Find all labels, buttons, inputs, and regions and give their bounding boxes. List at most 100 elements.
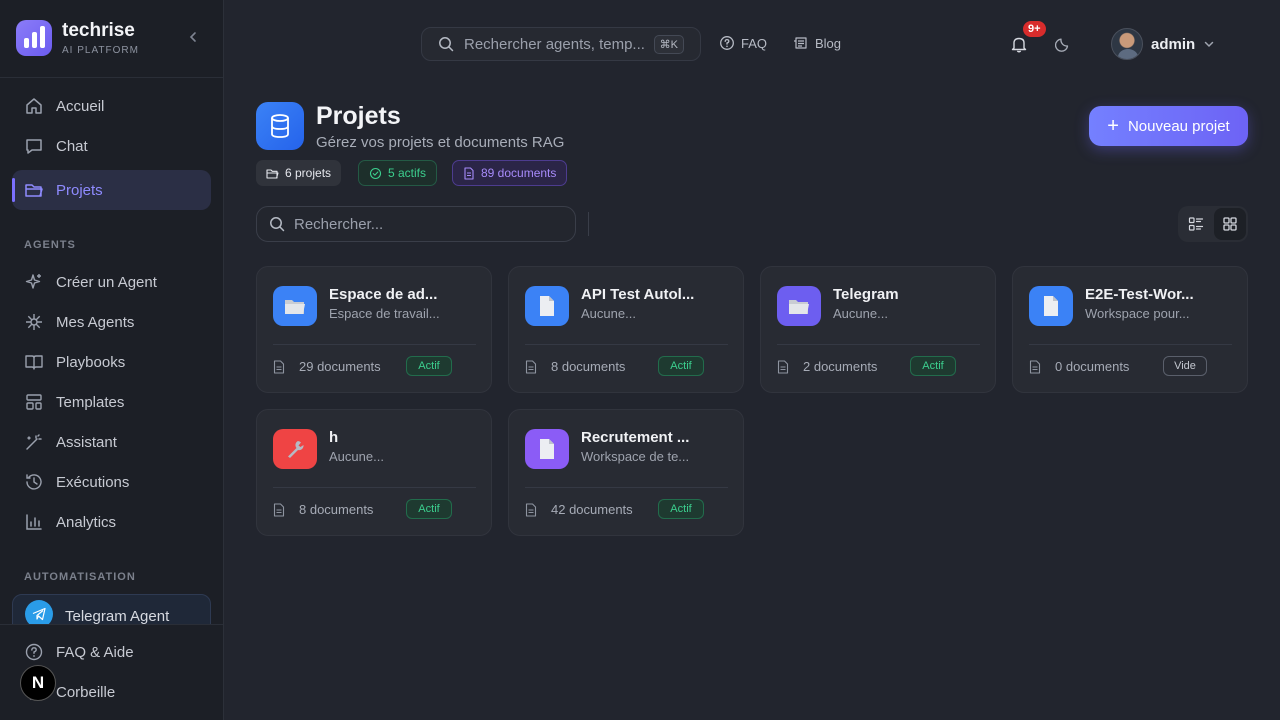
project-search-input[interactable]: Rechercher... xyxy=(256,206,576,242)
sidebar-item-executions[interactable]: Exécutions xyxy=(12,462,211,502)
project-card[interactable]: h Aucune... 8 documents Actif xyxy=(256,409,492,536)
document-icon xyxy=(777,359,796,374)
user-name: admin xyxy=(1151,35,1196,53)
brand-name: techrise xyxy=(62,20,135,41)
page-emoji-icon xyxy=(525,286,569,326)
avatar xyxy=(1111,28,1143,60)
sidebar-item-label: FAQ & Aide xyxy=(56,643,134,661)
grid-view-icon xyxy=(1223,217,1237,231)
sidebar-item-label: Exécutions xyxy=(56,473,130,491)
grid-view-button[interactable] xyxy=(1214,208,1246,240)
brand[interactable]: techrise AI PLATFORM xyxy=(16,20,139,56)
project-title: Telegram xyxy=(833,286,899,303)
project-card[interactable]: Espace de ad... Espace de travail... 29 do… xyxy=(256,266,492,393)
sparkles-icon xyxy=(25,274,41,289)
project-card[interactable]: Recrutement ... Workspace de te... 42 docu… xyxy=(508,409,744,536)
documents-count-badge: 89 documents xyxy=(452,160,568,186)
sidebar-item-label: Créer un Agent xyxy=(56,273,157,291)
status-badge: Actif xyxy=(406,499,452,519)
document-icon xyxy=(464,166,474,180)
sidebar-item-playbooks[interactable]: Playbooks xyxy=(12,342,211,382)
sidebar: techrise AI PLATFORM Accueil Chat Projet… xyxy=(0,0,224,720)
document-count-label: 8 documents xyxy=(551,359,626,374)
blog-link[interactable]: Blog xyxy=(793,35,841,51)
bar-chart-icon xyxy=(26,514,42,530)
sidebar-item-chat[interactable]: Chat xyxy=(12,126,211,166)
notification-count-badge: 9+ xyxy=(1021,19,1048,39)
section-label-automatisation: AUTOMATISATION xyxy=(24,571,136,583)
toolbar-divider xyxy=(588,212,589,236)
project-document-count: 2 documents xyxy=(777,359,877,374)
global-search-input[interactable]: Rechercher agents, temp... ⌘K xyxy=(421,27,701,61)
active-count-badge: 5 actifs xyxy=(358,160,438,186)
project-title: API Test Autol... xyxy=(581,286,695,303)
blog-link-label: Blog xyxy=(815,35,842,51)
sidebar-divider xyxy=(0,77,223,78)
project-card[interactable]: API Test Autol... Aucune... 8 documents Act… xyxy=(508,266,744,393)
active-count: 5 actifs xyxy=(388,166,427,180)
project-card[interactable]: Telegram Aucune... 2 documents Actif xyxy=(760,266,996,393)
layout-icon xyxy=(26,394,42,410)
project-title: Recrutement ... xyxy=(581,429,690,446)
theme-toggle-moon-icon[interactable] xyxy=(1055,35,1072,52)
page-emoji-icon xyxy=(1029,286,1073,326)
project-document-count: 29 documents xyxy=(273,359,381,374)
sidebar-item-label: Mes Agents xyxy=(56,313,135,331)
projects-count: 6 projets xyxy=(285,166,332,180)
brand-logo-icon xyxy=(16,20,52,56)
chevron-down-icon xyxy=(1204,41,1214,48)
faq-link-label: FAQ xyxy=(741,35,768,51)
project-search-placeholder: Rechercher... xyxy=(294,215,384,233)
search-shortcut: ⌘K xyxy=(653,34,684,54)
project-document-count: 8 documents xyxy=(525,359,625,374)
book-icon xyxy=(25,355,43,370)
help-circle-icon xyxy=(25,643,43,661)
sidebar-item-label: Analytics xyxy=(56,513,117,531)
nextjs-dev-badge-icon[interactable]: N xyxy=(20,665,56,701)
list-view-button[interactable] xyxy=(1180,208,1212,240)
search-icon xyxy=(439,37,454,52)
new-project-button[interactable]: + Nouveau projet xyxy=(1089,106,1248,146)
sidebar-item-projets[interactable]: Projets xyxy=(12,170,211,210)
sidebar-item-templates[interactable]: Templates xyxy=(12,382,211,422)
search-icon xyxy=(270,217,285,232)
telegram-agent-label: Telegram Agent xyxy=(65,607,170,625)
sidebar-item-assistant[interactable]: Assistant xyxy=(12,422,211,462)
status-badge: Vide xyxy=(1163,356,1207,376)
project-document-count: 0 documents xyxy=(1029,359,1129,374)
card-divider xyxy=(777,344,980,345)
page-subtitle: Gérez vos projets et documents RAG xyxy=(316,134,565,151)
chat-icon xyxy=(26,139,42,154)
sidebar-item-analytics[interactable]: Analytics xyxy=(12,502,211,542)
project-title: E2E-Test-Wor... xyxy=(1085,286,1194,303)
status-badge: Actif xyxy=(658,356,704,376)
faq-link[interactable]: FAQ xyxy=(719,35,767,51)
project-description: Aucune... xyxy=(581,306,636,321)
status-badge: Actif xyxy=(658,499,704,519)
sidebar-item-mes-agents[interactable]: Mes Agents xyxy=(12,302,211,342)
project-title: h xyxy=(329,429,339,446)
document-count-label: 42 documents xyxy=(551,502,633,517)
folder-icon xyxy=(25,184,43,197)
sidebar-item-label: Accueil xyxy=(56,97,105,115)
status-badge: Actif xyxy=(406,356,452,376)
document-count-label: 0 documents xyxy=(1055,359,1130,374)
magic-wand-icon xyxy=(26,434,42,450)
project-description: Espace de travail... xyxy=(329,306,440,321)
sidebar-item-label: Templates xyxy=(56,393,125,411)
project-card[interactable]: E2E-Test-Wor... Workspace pour... 0 docume… xyxy=(1012,266,1248,393)
card-divider xyxy=(273,344,476,345)
asterisk-icon xyxy=(26,314,42,330)
brand-subtitle: AI PLATFORM xyxy=(62,45,139,56)
sidebar-item-accueil[interactable]: Accueil xyxy=(12,86,211,126)
list-view-icon xyxy=(1188,217,1204,231)
document-count-label: 29 documents xyxy=(299,359,381,374)
project-description: Workspace pour... xyxy=(1085,306,1190,321)
view-toggle xyxy=(1178,206,1248,242)
sidebar-item-creer-agent[interactable]: Créer un Agent xyxy=(12,262,211,302)
page-emoji-icon xyxy=(525,429,569,469)
project-document-count: 8 documents xyxy=(273,502,373,517)
newspaper-icon xyxy=(794,37,807,49)
user-menu[interactable]: admin xyxy=(1111,28,1215,60)
collapse-sidebar-icon[interactable] xyxy=(186,30,200,44)
